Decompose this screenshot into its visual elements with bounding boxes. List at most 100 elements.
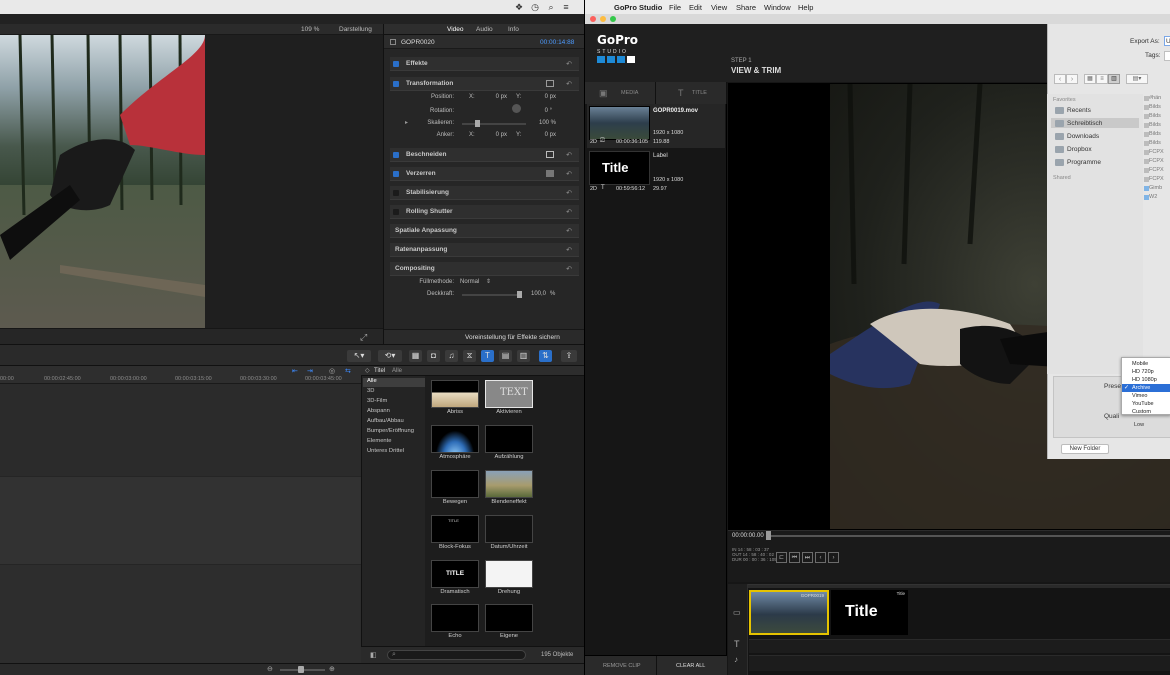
tab-video[interactable]: Video	[447, 26, 464, 33]
media-item[interactable]: Title Label 1920 x 1080 2D T 00:59:56:12…	[587, 149, 725, 193]
anchor-y-value[interactable]: 0 px	[532, 132, 556, 138]
rotation-dial[interactable]	[512, 104, 521, 113]
position-x-value[interactable]: 0 px	[484, 94, 507, 100]
rolling-shutter-checkbox[interactable]	[393, 209, 399, 215]
fullscreen-icon[interactable]: ⤢	[360, 332, 367, 343]
title-thumb-bewegen[interactable]	[431, 470, 479, 498]
rotation-value[interactable]: 0 °	[532, 108, 552, 114]
category-item[interactable]: Bumper/Eröffnung	[367, 428, 414, 434]
file-item[interactable]: FCPX	[1149, 158, 1164, 164]
file-item[interactable]: Gimb	[1149, 185, 1162, 191]
reset-icon[interactable]: ↶	[566, 151, 572, 159]
zoom-level[interactable]: 109 %	[301, 26, 319, 33]
title-thumb-datum-uhrzeit[interactable]	[485, 515, 533, 543]
title-thumb-dramatisch[interactable]: TITLE	[431, 560, 479, 588]
file-item[interactable]: FCPX	[1149, 176, 1164, 182]
anchor-x-value[interactable]: 0 px	[484, 132, 507, 138]
sidebar-toggle-icon[interactable]: ◧	[370, 651, 377, 659]
next-frame-icon[interactable]: ›	[828, 552, 839, 563]
section-effects[interactable]: Effekte ↶	[390, 57, 579, 71]
reset-icon[interactable]: ↶	[566, 227, 572, 235]
crop-overlay-icon[interactable]	[546, 151, 554, 158]
export-as-input[interactable]: U	[1164, 36, 1170, 46]
title-thumb-blendeneffekt[interactable]	[485, 470, 533, 498]
title-thumb-abriss[interactable]	[431, 380, 479, 408]
title-thumb-atmosphaere[interactable]	[431, 425, 479, 453]
menu-help[interactable]: Help	[798, 3, 813, 12]
timeline-clip-title[interactable]: Title Title	[831, 590, 908, 635]
tags-input[interactable]	[1164, 51, 1170, 61]
file-item[interactable]: Bilds	[1149, 104, 1161, 110]
reset-icon[interactable]: ↶	[566, 246, 572, 254]
category-item[interactable]: 3D	[367, 388, 374, 394]
category-item[interactable]: 3D-Film	[367, 398, 387, 404]
title-thumb-eigene[interactable]	[485, 604, 533, 632]
file-item[interactable]: #hän	[1149, 95, 1161, 101]
file-item[interactable]: Bilds	[1149, 131, 1161, 137]
preset-dropdown-menu[interactable]: Mobile HD 720p HD 1080p ✓ Archive Vimeo …	[1121, 357, 1170, 415]
audio-skimming-icon[interactable]: ⇥	[307, 367, 313, 375]
close-button[interactable]	[590, 16, 596, 22]
menu-app[interactable]: GoPro Studio	[614, 3, 662, 12]
blend-mode-select[interactable]: Normal	[460, 279, 479, 285]
list-icon[interactable]: ≡	[561, 2, 571, 12]
back-icon[interactable]: ‹	[1054, 74, 1066, 84]
section-distort[interactable]: Verzerren ↶	[390, 167, 579, 181]
section-spatial[interactable]: Spatiale Anpassung ↶	[390, 224, 579, 238]
file-item[interactable]: FCPX	[1149, 149, 1164, 155]
preset-option-selected[interactable]: ✓ Archive	[1122, 384, 1170, 392]
preset-option[interactable]: HD 1080p	[1122, 376, 1170, 384]
scrub-bar[interactable]	[771, 535, 1170, 537]
music-icon[interactable]: ♫	[445, 350, 458, 362]
scale-value[interactable]: 100 %	[532, 120, 556, 126]
reset-icon[interactable]: ↶	[566, 80, 572, 88]
go-to-start-icon[interactable]: ⏮	[789, 552, 800, 563]
scale-slider-knob[interactable]	[475, 120, 480, 127]
zoom-button[interactable]	[610, 16, 616, 22]
category-item[interactable]: Elemente	[367, 438, 392, 444]
section-crop[interactable]: Beschneiden ↶	[390, 148, 579, 162]
file-item[interactable]: Bilds	[1149, 140, 1161, 146]
zoom-in-icon[interactable]: ⊕	[329, 665, 335, 673]
browser-filter[interactable]: Alle	[392, 368, 402, 374]
file-item[interactable]: W2	[1149, 194, 1157, 200]
opacity-slider-knob[interactable]	[517, 291, 522, 298]
column-view-icon[interactable]: ▥	[1108, 74, 1120, 84]
tab-title[interactable]: T TITLE	[656, 82, 727, 104]
clear-all-button[interactable]: CLEAR ALL	[676, 663, 705, 669]
search-icon[interactable]: ⌕	[546, 2, 556, 12]
mark-in-icon[interactable]: ⊏	[776, 552, 787, 563]
previous-frame-icon[interactable]: ‹	[815, 552, 826, 563]
menu-share[interactable]: Share	[736, 3, 756, 12]
stabilize-checkbox[interactable]	[393, 190, 399, 196]
title-thumb-block-fokus[interactable]: TITLE	[431, 515, 479, 543]
reset-icon[interactable]: ↶	[566, 265, 572, 273]
file-item[interactable]: Bilds	[1149, 122, 1161, 128]
effects-checkbox[interactable]	[393, 61, 399, 67]
clock-icon[interactable]: ◷	[530, 2, 540, 12]
themes-icon[interactable]: ▥	[517, 350, 530, 362]
sidebar-item-downloads[interactable]: Downloads	[1067, 133, 1099, 140]
sidebar-item-dropbox[interactable]: Dropbox	[1067, 146, 1092, 153]
new-folder-button[interactable]: New Folder	[1061, 444, 1109, 454]
preset-option[interactable]: Custom	[1122, 408, 1170, 416]
sidebar-item-applications[interactable]: Programme	[1067, 159, 1101, 166]
stepper-icon[interactable]: ⇕	[486, 278, 491, 285]
tab-info[interactable]: Info	[508, 26, 519, 33]
menu-window[interactable]: Window	[764, 3, 791, 12]
timeline-clip-video[interactable]: GOPR0019	[749, 590, 829, 635]
position-y-value[interactable]: 0 px	[532, 94, 556, 100]
title-thumb-aufzaehlung[interactable]	[485, 425, 533, 453]
menu-view[interactable]: View	[711, 3, 727, 12]
go-to-end-icon[interactable]: ⏭	[802, 552, 813, 563]
menu-file[interactable]: File	[669, 3, 681, 12]
effects-browser-icon[interactable]: ▦	[409, 350, 422, 362]
category-item[interactable]: Aufbau/Abbau	[367, 418, 404, 424]
zoom-out-icon[interactable]: ⊖	[267, 665, 273, 673]
reset-icon[interactable]: ↶	[566, 60, 572, 68]
section-compositing[interactable]: Compositing ↶	[390, 262, 579, 276]
photos-icon[interactable]: ◘	[427, 350, 440, 362]
distort-overlay-icon[interactable]	[546, 170, 554, 177]
section-transform[interactable]: Transformation ↶	[390, 77, 579, 91]
preset-option[interactable]: Mobile	[1122, 360, 1170, 368]
